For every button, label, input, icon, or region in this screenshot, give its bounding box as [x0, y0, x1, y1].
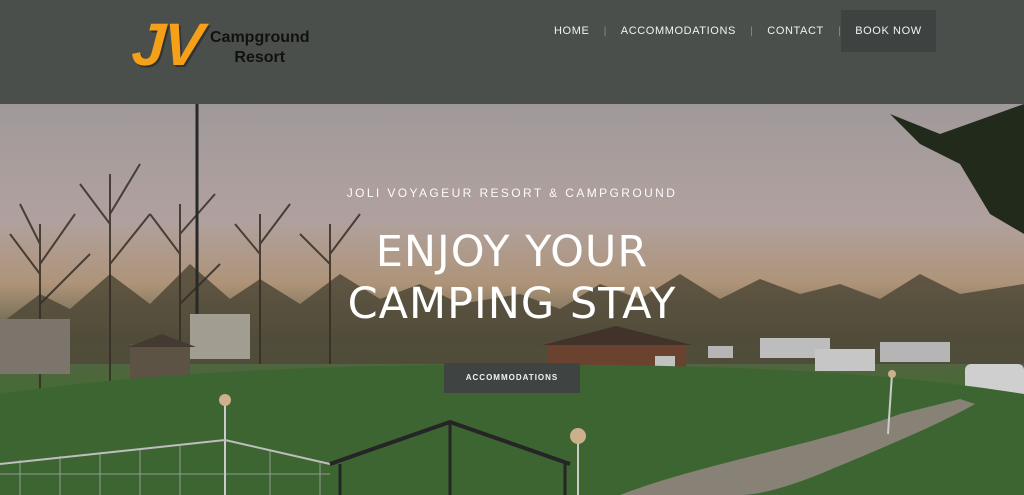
- hero-title-line-1: ENJOY YOUR: [375, 227, 649, 277]
- accommodations-button[interactable]: ACCOMMODATIONS: [444, 363, 580, 393]
- hero-section: JOLI VOYAGEUR RESORT & CAMPGROUND ENJOY …: [0, 104, 1024, 495]
- nav-book-now-button[interactable]: BOOK NOW: [841, 10, 936, 52]
- site-header: JV Campground Resort HOME | ACCOMMODATIO…: [0, 0, 1024, 104]
- hero-subtitle: JOLI VOYAGEUR RESORT & CAMPGROUND: [346, 186, 678, 200]
- nav-contact[interactable]: CONTACT: [753, 10, 838, 52]
- nav-accommodations[interactable]: ACCOMMODATIONS: [607, 10, 750, 52]
- hero-title: ENJOY YOUR CAMPING STAY: [0, 226, 1024, 330]
- nav-home[interactable]: HOME: [540, 10, 603, 52]
- logo-wordmark: Campground Resort: [210, 28, 310, 68]
- logo-line-1: Campground: [210, 29, 310, 46]
- logo-mark: JV: [129, 11, 204, 78]
- main-nav: HOME | ACCOMMODATIONS | CONTACT | BOOK N…: [540, 10, 936, 52]
- logo[interactable]: JV Campground Resort: [130, 11, 322, 78]
- hero-title-line-2: CAMPING STAY: [347, 279, 677, 329]
- logo-line-2: Resort: [234, 49, 286, 66]
